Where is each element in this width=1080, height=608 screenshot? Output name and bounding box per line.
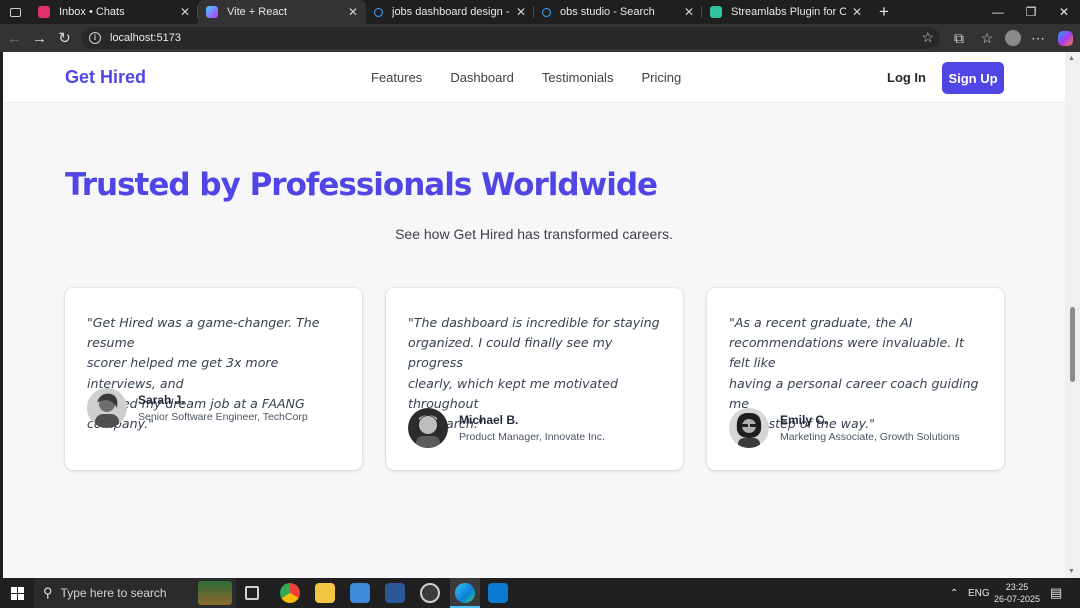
tab-vite-react[interactable]: Vite + React ✕ [198,0,366,24]
maximize-window-icon[interactable]: ❐ [1015,0,1047,24]
windows-taskbar: ⚲ Type here to search ⌃ ENG 23:25 26-07-… [0,578,1080,608]
taskbar-search-placeholder: Type here to search [60,586,167,600]
close-window-icon[interactable]: ✕ [1048,0,1080,24]
testimonial-author: Sarah J. Senior Software Engineer, TechC… [87,388,308,428]
author-name: Emily C. [780,413,828,427]
close-tab-icon[interactable]: ✕ [684,5,694,19]
nav-link-features[interactable]: Features [371,70,422,85]
testimonial-card: "As a recent graduate, the AI recommenda… [707,288,1004,470]
favorites-icon[interactable]: ☆ [975,24,999,52]
close-tab-icon[interactable]: ✕ [180,5,190,19]
page-scrollbar[interactable]: ▲ ▼ [1065,52,1080,578]
bing-search-icon [542,7,551,17]
signup-button[interactable]: Sign Up [942,62,1004,94]
instagram-icon [38,6,50,18]
streamlabs-icon [710,6,722,18]
vite-icon [206,6,218,18]
avatar [408,408,448,448]
tab-obs-studio-search[interactable]: obs studio - Search ✕ [534,0,702,24]
section-title: Trusted by Professionals Worldwide [65,167,658,203]
testimonial-card: "The dashboard is incredible for staying… [386,288,683,470]
new-tab-icon[interactable]: + [870,2,898,22]
chrome-icon[interactable] [280,583,300,603]
author-name: Michael B. [459,413,519,427]
back-icon[interactable]: ← [2,24,27,52]
address-bar[interactable]: i localhost:5173 ☆ [81,27,940,49]
edge-icon [455,583,475,603]
search-highlight-icon [198,581,232,605]
author-role: Senior Software Engineer, TechCorp [138,411,308,423]
more-options-icon[interactable]: ⋯ [1026,24,1050,52]
nav-link-pricing[interactable]: Pricing [641,70,681,85]
site-info-icon[interactable]: i [89,32,101,44]
browser-tab-bar: Inbox • Chats ✕ Vite + React ✕ jobs dash… [0,0,1080,24]
taskbar-search[interactable]: ⚲ Type here to search [34,578,236,608]
tab-streamlabs-plugin[interactable]: Streamlabs Plugin for OBS | Add A ✕ [702,0,870,24]
close-tab-icon[interactable]: ✕ [516,5,526,19]
minimize-window-icon[interactable]: — [982,0,1014,24]
language-indicator[interactable]: ENG [968,578,990,608]
task-view-icon[interactable] [245,586,259,600]
extensions-icon[interactable]: ⧉ [947,24,971,52]
close-tab-icon[interactable]: ✕ [348,5,358,19]
obs-icon[interactable] [420,583,440,603]
start-button[interactable] [0,578,34,608]
profile-avatar-icon[interactable] [1001,24,1025,52]
system-clock[interactable]: 23:25 26-07-2025 [992,581,1042,605]
file-explorer-icon[interactable] [315,583,335,603]
forward-icon[interactable]: → [27,24,52,52]
brand-logo[interactable]: Get Hired [65,67,146,88]
testimonial-author: Emily C. Marketing Associate, Growth Sol… [729,408,960,448]
author-role: Product Manager, Innovate Inc. [459,431,605,443]
browser-toolbar: ← → ↻ i localhost:5173 ☆ [0,24,1080,52]
avatar [729,408,769,448]
author-role: Marketing Associate, Growth Solutions [780,431,960,443]
nav-link-testimonials[interactable]: Testimonials [542,70,614,85]
edge-taskbar-button[interactable] [450,578,480,608]
nav-link-dashboard[interactable]: Dashboard [450,70,514,85]
notifications-icon[interactable]: ▤ [1050,578,1062,608]
author-name: Sarah J. [138,393,185,407]
copilot-icon[interactable] [1053,24,1077,52]
favorite-star-icon[interactable]: ☆ [921,29,934,46]
address-url[interactable]: localhost:5173 [110,32,181,44]
nav-links: Features Dashboard Testimonials Pricing [371,70,709,85]
testimonial-author: Michael B. Product Manager, Innovate Inc… [408,408,605,448]
search-icon: ⚲ [43,585,53,600]
show-hidden-icons[interactable]: ⌃ [950,578,958,608]
microsoft-store-icon[interactable] [350,583,370,603]
vscode-icon[interactable] [488,583,508,603]
section-subtitle: See how Get Hired has transformed career… [395,226,673,242]
window-menu-icon[interactable] [0,0,30,24]
windows-logo-icon [10,586,24,600]
testimonial-card: "Get Hired was a game-changer. The resum… [65,288,362,470]
bing-search-icon [374,7,383,17]
avatar [87,388,127,428]
scroll-up-icon[interactable]: ▲ [1068,55,1075,62]
close-tab-icon[interactable]: ✕ [852,5,862,19]
tab-jobs-dashboard-search[interactable]: jobs dashboard design - Search ✕ [366,0,534,24]
page-viewport: Get Hired Features Dashboard Testimonial… [3,52,1065,578]
refresh-icon[interactable]: ↻ [52,24,77,52]
app-icon[interactable] [385,583,405,603]
login-link[interactable]: Log In [887,70,926,85]
site-navbar: Get Hired Features Dashboard Testimonial… [3,52,1065,103]
scroll-down-icon[interactable]: ▼ [1068,568,1075,575]
scrollbar-thumb[interactable] [1070,307,1075,382]
tab-inbox-chats[interactable]: Inbox • Chats ✕ [30,0,198,24]
